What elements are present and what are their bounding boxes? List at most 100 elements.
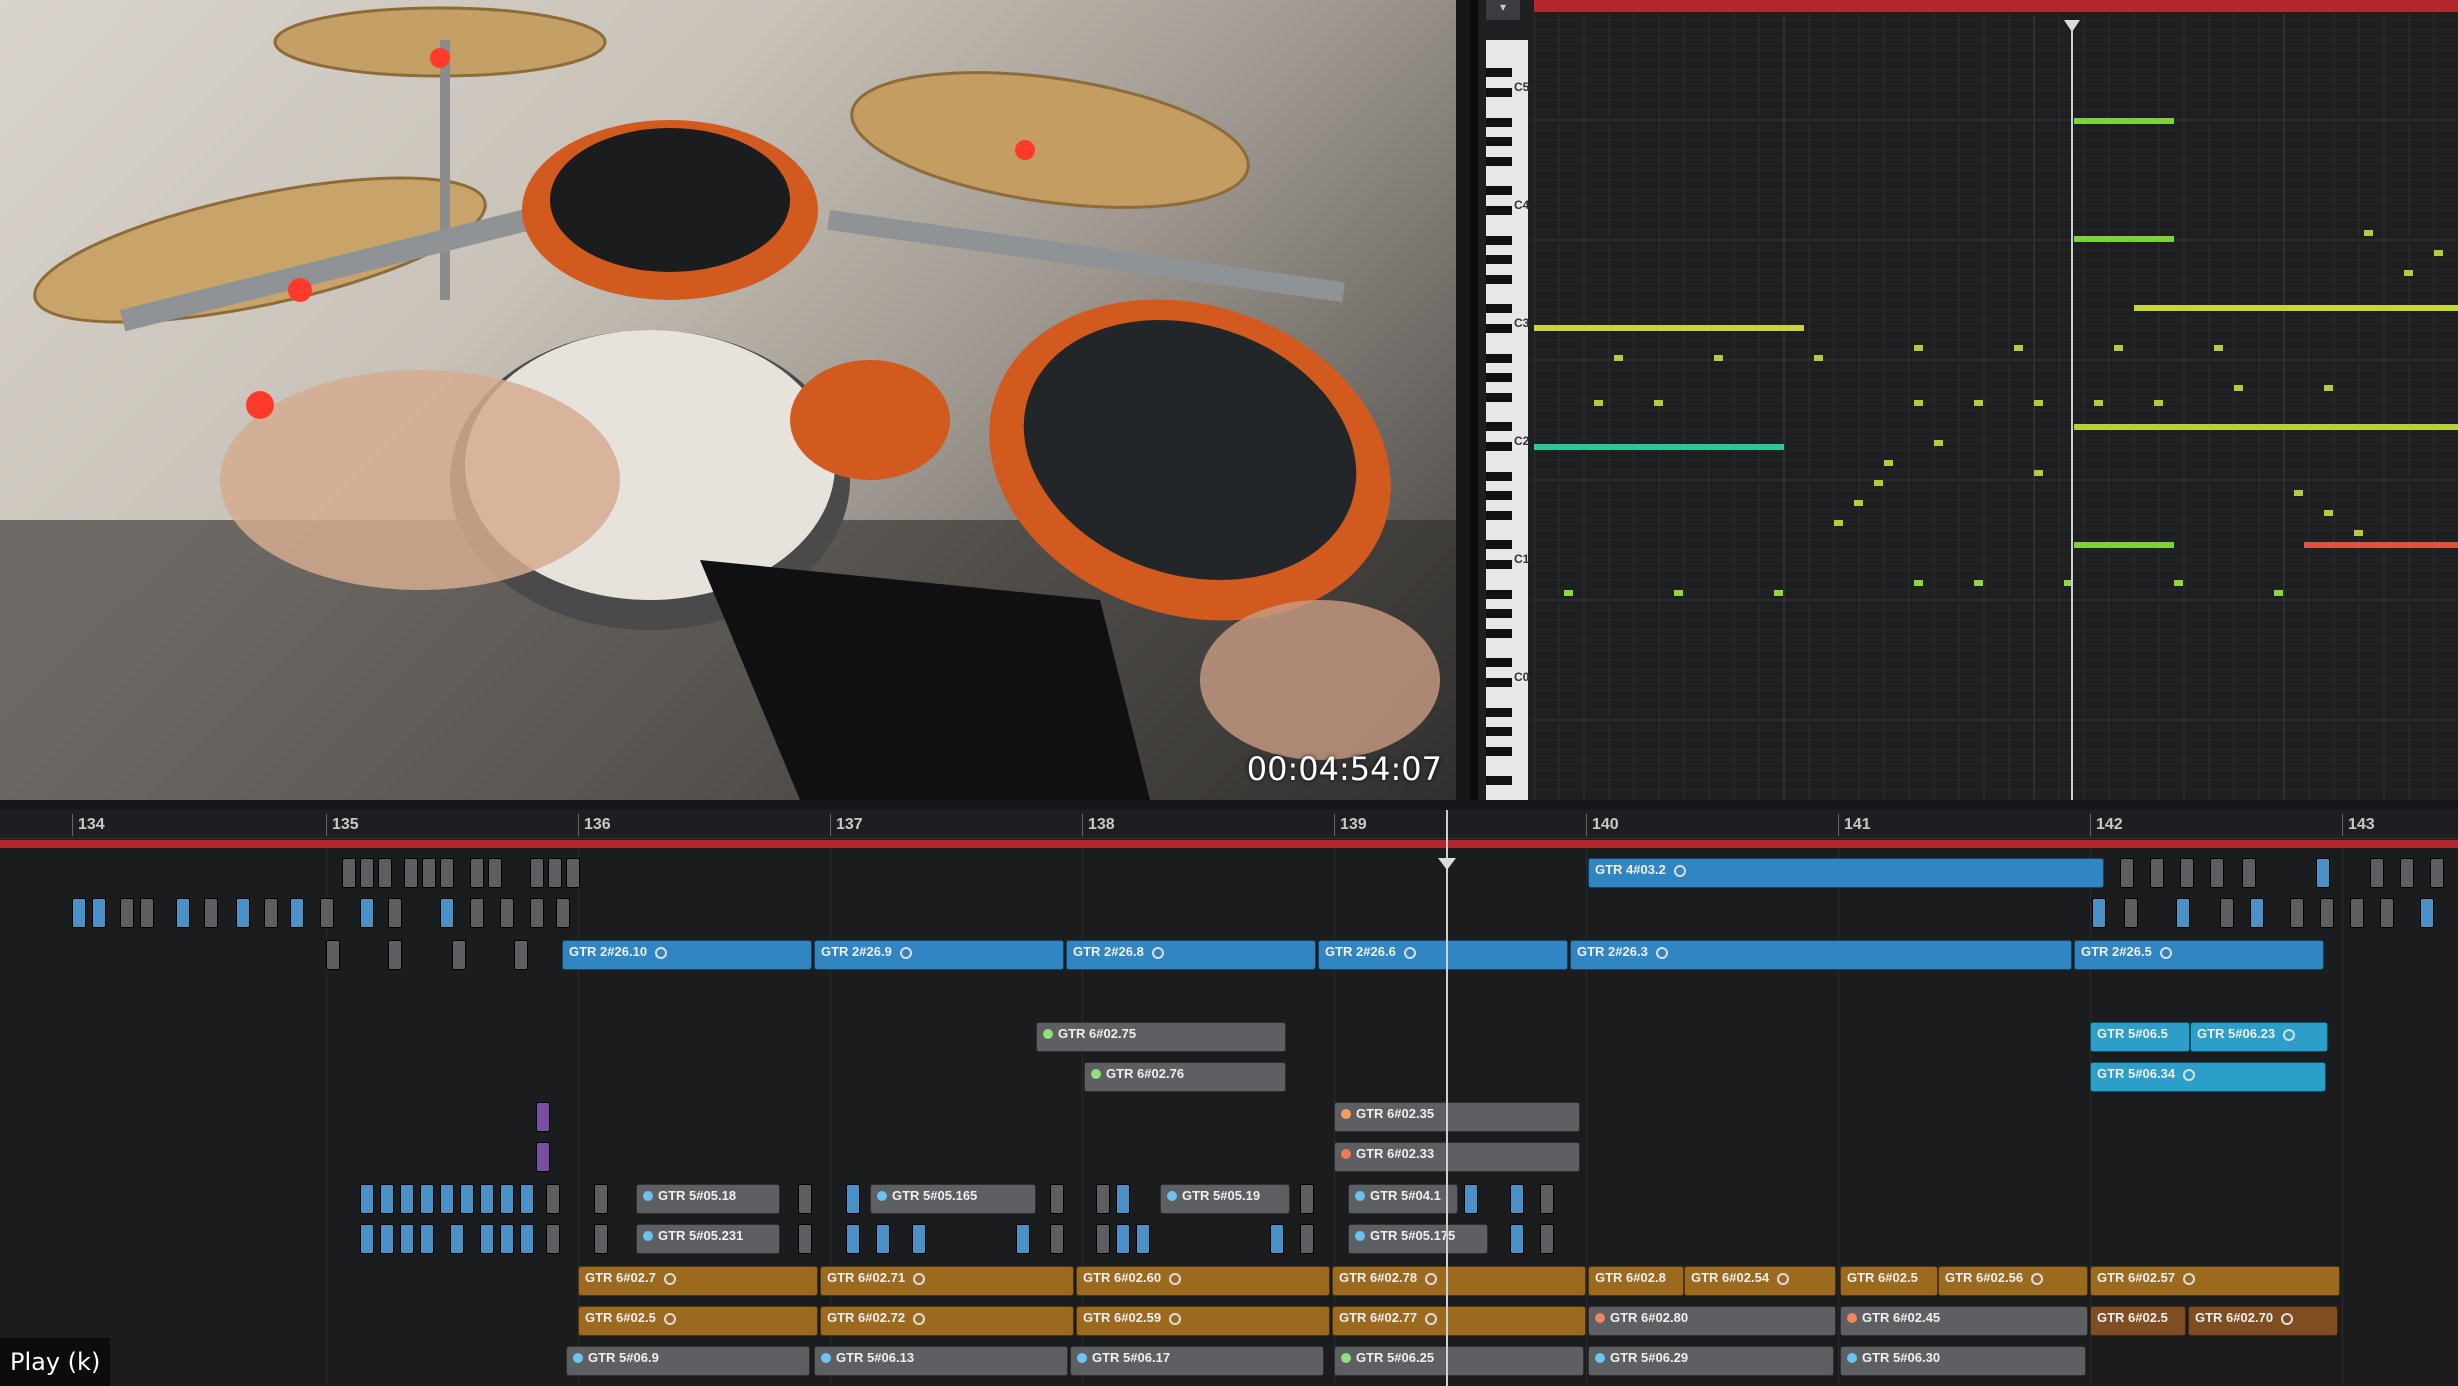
black-key[interactable] xyxy=(1486,323,1512,333)
region-mini[interactable] xyxy=(470,858,484,888)
region-mini[interactable] xyxy=(2380,898,2394,928)
region-gtr[interactable]: GTR 2#26.3 xyxy=(1570,940,2072,970)
playhead-handle-icon[interactable] xyxy=(1438,858,1456,870)
region-mini[interactable] xyxy=(514,940,528,970)
region-gtr[interactable]: GTR 6#02.57 xyxy=(2090,1266,2340,1296)
region-mini[interactable] xyxy=(1510,1224,1524,1254)
midi-note[interactable] xyxy=(2324,385,2333,391)
region-gtr[interactable]: GTR 6#02.77 xyxy=(1332,1306,1586,1336)
region-gtr[interactable]: GTR 5#06.34 xyxy=(2090,1062,2326,1092)
black-key[interactable] xyxy=(1486,658,1512,668)
midi-note[interactable] xyxy=(2404,270,2413,276)
region-mini[interactable] xyxy=(546,1224,560,1254)
region-mini[interactable] xyxy=(420,1184,434,1214)
black-key[interactable] xyxy=(1486,540,1512,550)
region-mini[interactable] xyxy=(2290,898,2304,928)
midi-note[interactable] xyxy=(2034,400,2043,406)
region-mini[interactable] xyxy=(2210,858,2224,888)
midi-note[interactable] xyxy=(2224,305,2324,311)
midi-note[interactable] xyxy=(2324,510,2333,516)
midi-note[interactable] xyxy=(1814,355,1823,361)
region-gtr[interactable]: GTR 5#06.23 xyxy=(2190,1022,2328,1052)
region-mini[interactable] xyxy=(912,1224,926,1254)
black-key[interactable] xyxy=(1486,68,1512,78)
region-mini[interactable] xyxy=(500,898,514,928)
region-mini[interactable] xyxy=(440,1184,454,1214)
region-mini[interactable] xyxy=(2370,858,2384,888)
piano-roll[interactable]: ▾ C5 C4 C3 C2 C1 C0 xyxy=(1470,0,2458,800)
region-mini[interactable] xyxy=(1050,1184,1064,1214)
black-key[interactable] xyxy=(1486,373,1512,383)
region-mini[interactable] xyxy=(400,1184,414,1214)
black-key[interactable] xyxy=(1486,491,1512,501)
region-mini[interactable] xyxy=(450,1224,464,1254)
region-mini[interactable] xyxy=(2176,898,2190,928)
region-mini[interactable] xyxy=(2242,858,2256,888)
region-mini[interactable] xyxy=(1116,1184,1130,1214)
region-mini[interactable] xyxy=(320,898,334,928)
black-key[interactable] xyxy=(1486,707,1512,717)
black-key[interactable] xyxy=(1486,441,1512,451)
region-gtr[interactable]: GTR 5#05.18 xyxy=(636,1184,780,1214)
region-mini[interactable] xyxy=(422,858,436,888)
region-gtr[interactable]: GTR 5#06.17 xyxy=(1070,1346,1324,1376)
region-mini[interactable] xyxy=(546,1184,560,1214)
region-mini[interactable] xyxy=(530,898,544,928)
region-mini[interactable] xyxy=(2316,858,2330,888)
playhead[interactable] xyxy=(1446,810,1448,1386)
region-gtr[interactable]: GTR 6#02.72 xyxy=(820,1306,1074,1336)
black-key[interactable] xyxy=(1486,255,1512,265)
midi-note[interactable] xyxy=(1914,400,1923,406)
region-mini[interactable] xyxy=(2320,898,2334,928)
region-gtr[interactable]: GTR 2#26.6 xyxy=(1318,940,1568,970)
region-mini[interactable] xyxy=(1464,1184,1478,1214)
region-mini[interactable] xyxy=(2220,898,2234,928)
region-gtr[interactable]: GTR 5#06.30 xyxy=(1840,1346,2086,1376)
region-gtr[interactable]: GTR 2#26.5 xyxy=(2074,940,2324,970)
video-frame[interactable]: 00:04:54:07 xyxy=(0,0,1456,800)
midi-note[interactable] xyxy=(2074,542,2174,548)
black-key[interactable] xyxy=(1486,117,1512,127)
region-gtr[interactable]: GTR 2#26.9 xyxy=(814,940,1064,970)
region-mini[interactable] xyxy=(360,898,374,928)
arrangement-view[interactable]: 134 135 136 137 138 139 140 141 142 143 … xyxy=(0,810,2458,1386)
black-key[interactable] xyxy=(1486,628,1512,638)
midi-note[interactable] xyxy=(1874,480,1883,486)
region-mini[interactable] xyxy=(440,858,454,888)
black-key[interactable] xyxy=(1486,422,1512,432)
region-mini[interactable] xyxy=(2124,898,2138,928)
region-mini[interactable] xyxy=(380,1224,394,1254)
midi-note[interactable] xyxy=(1714,355,1723,361)
region-mini[interactable] xyxy=(1050,1224,1064,1254)
midi-note[interactable] xyxy=(1534,325,1804,331)
region-gtr[interactable]: GTR 6#02.78 xyxy=(1332,1266,1586,1296)
black-key[interactable] xyxy=(1486,392,1512,402)
region-gtr[interactable]: GTR 6#02.45 xyxy=(1840,1306,2088,1336)
region-mini[interactable] xyxy=(1540,1184,1554,1214)
region-mini[interactable] xyxy=(488,858,502,888)
midi-note[interactable] xyxy=(2434,250,2443,256)
region-gtr[interactable]: GTR 6#02.5 xyxy=(1840,1266,1938,1296)
midi-note[interactable] xyxy=(1974,400,1983,406)
region-mini[interactable] xyxy=(400,1224,414,1254)
region-gtr[interactable]: GTR 5#06.25 xyxy=(1334,1346,1584,1376)
region-gtr[interactable]: GTR 5#05.165 xyxy=(870,1184,1036,1214)
region-mini[interactable] xyxy=(2350,898,2364,928)
region-mini[interactable] xyxy=(548,858,562,888)
region-mini[interactable] xyxy=(1016,1224,1030,1254)
region-mini[interactable] xyxy=(594,1224,608,1254)
midi-note[interactable] xyxy=(2304,542,2458,548)
midi-note[interactable] xyxy=(1614,355,1623,361)
black-key[interactable] xyxy=(1486,609,1512,619)
region-gtr[interactable]: GTR 5#05.231 xyxy=(636,1224,780,1254)
region-mini[interactable] xyxy=(536,1142,550,1172)
midi-note[interactable] xyxy=(2114,345,2123,351)
region-mini[interactable] xyxy=(2400,858,2414,888)
midi-note[interactable] xyxy=(2074,236,2174,242)
region-mini[interactable] xyxy=(2092,898,2106,928)
region-gtr[interactable]: GTR 2#26.8 xyxy=(1066,940,1316,970)
black-key[interactable] xyxy=(1486,137,1512,147)
midi-note[interactable] xyxy=(2094,400,2103,406)
dropdown-icon[interactable]: ▾ xyxy=(1486,0,1520,20)
region-mini[interactable] xyxy=(72,898,86,928)
